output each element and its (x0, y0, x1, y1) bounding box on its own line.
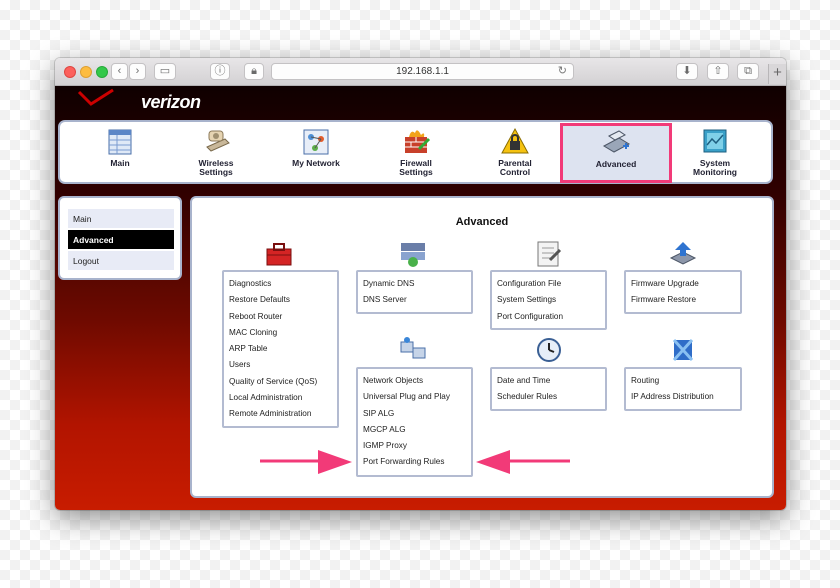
firmware-upgrade-icon (669, 242, 697, 265)
maintenance-group: Diagnostics Restore Defaults Reboot Rout… (222, 270, 339, 428)
tabs-icon: ⧉ (744, 65, 752, 77)
link-universal-plug-and-play[interactable]: Universal Plug and Play (358, 389, 471, 405)
nav-label: Main (110, 158, 130, 168)
link-users[interactable]: Users (224, 357, 337, 373)
link-diagnostics[interactable]: Diagnostics (224, 276, 337, 292)
nav-main[interactable]: Main (70, 125, 170, 181)
plus-icon: + (773, 64, 782, 81)
router-page: verizon Main Wireless Settings My Networ… (55, 86, 786, 510)
nav-my-network[interactable]: My Network (266, 125, 366, 181)
reader-button[interactable]: ⓘ (210, 63, 230, 80)
dns-icon (401, 243, 425, 267)
link-network-objects[interactable]: Network Objects (358, 373, 471, 389)
toolbox-icon (266, 243, 292, 266)
wireless-router-icon (206, 130, 230, 152)
chevron-right-icon: › (135, 65, 140, 77)
download-icon: ⬇ (682, 65, 692, 77)
firewall-icon (405, 130, 431, 153)
config-file-icon (537, 241, 562, 267)
nav-label: Advanced (595, 159, 637, 169)
monitor-icon (703, 129, 727, 153)
network-group: Network Objects Universal Plug and Play … (356, 367, 473, 477)
tabs-button[interactable]: ⧉ (737, 63, 759, 80)
link-port-forwarding-rules[interactable]: Port Forwarding Rules (358, 454, 471, 470)
nav-parental-control[interactable]: Parental Control (465, 125, 565, 181)
link-restore-defaults[interactable]: Restore Defaults (224, 292, 337, 308)
maximize-window-button[interactable] (96, 66, 108, 78)
nav-label: My Network (292, 158, 340, 168)
main-panel: Advanced Diagnostics Restore Defaults Re… (190, 196, 774, 498)
lock-icon: 🔒︎ (251, 65, 257, 77)
link-local-administration[interactable]: Local Administration (224, 390, 337, 406)
side-menu: Main Advanced Logout (58, 196, 182, 280)
link-qos[interactable]: Quality of Service (QoS) (224, 374, 337, 390)
nav-firewall-settings[interactable]: Firewall Settings (366, 125, 466, 181)
dns-group: Dynamic DNS DNS Server (356, 270, 473, 314)
verizon-logo: verizon (141, 92, 201, 112)
close-window-button[interactable] (64, 66, 76, 78)
side-item-advanced[interactable]: Advanced (68, 230, 174, 250)
nav-system-monitoring[interactable]: System Monitoring (665, 125, 765, 181)
link-ip-address-distribution[interactable]: IP Address Distribution (626, 389, 740, 405)
sidebar-toggle-button[interactable]: ▭ (154, 63, 176, 80)
sidebar-icon: ▭ (159, 65, 171, 77)
link-arp-table[interactable]: ARP Table (224, 341, 337, 357)
link-port-configuration[interactable]: Port Configuration (492, 309, 605, 325)
back-button[interactable]: ‹ (111, 63, 128, 80)
side-item-logout[interactable]: Logout (68, 251, 174, 271)
minimize-window-button[interactable] (80, 66, 92, 78)
browser-titlebar: ‹ › ▭ ⓘ 🔒︎ 192.168.1.1 ↻ ⬇ ⇧ ⧉ (55, 58, 786, 86)
nav-label: Control (499, 167, 531, 177)
link-reboot-router[interactable]: Reboot Router (224, 309, 337, 325)
nav-label: Settings (199, 167, 233, 177)
network-icon (303, 129, 329, 155)
share-button[interactable]: ⇧ (707, 63, 729, 80)
grid-icon (108, 129, 132, 155)
link-dns-server[interactable]: DNS Server (358, 292, 471, 308)
link-date-and-time[interactable]: Date and Time (492, 373, 605, 389)
configuration-group: Configuration File System Settings Port … (490, 270, 607, 330)
downloads-button[interactable]: ⬇ (676, 63, 698, 80)
routing-icon (672, 338, 694, 362)
annotation-arrow-right-icon (260, 450, 352, 474)
page-title: Advanced (455, 216, 509, 228)
clock-icon (537, 338, 561, 362)
link-igmp-proxy[interactable]: IGMP Proxy (358, 438, 471, 454)
address-bar[interactable]: 192.168.1.1 ↻ (271, 63, 574, 80)
link-mgcp-alg[interactable]: MGCP ALG (358, 422, 471, 438)
nav-label: Monitoring (693, 167, 737, 177)
nav-wireless-settings[interactable]: Wireless Settings (166, 125, 266, 181)
routing-group: Routing IP Address Distribution (624, 367, 742, 411)
chevron-left-icon: ‹ (117, 65, 122, 77)
verizon-check-icon (77, 88, 114, 106)
link-mac-cloning[interactable]: MAC Cloning (224, 325, 337, 341)
new-tab-button[interactable]: + (768, 64, 786, 84)
nav-label: Settings (399, 167, 433, 177)
url-text: 192.168.1.1 (396, 66, 449, 77)
link-scheduler-rules[interactable]: Scheduler Rules (492, 389, 605, 405)
link-dynamic-dns[interactable]: Dynamic DNS (358, 276, 471, 292)
link-routing[interactable]: Routing (626, 373, 740, 389)
reload-icon[interactable]: ↻ (558, 64, 567, 79)
scanner-icon (602, 130, 631, 153)
share-icon: ⇧ (713, 65, 723, 77)
forward-button[interactable]: › (129, 63, 146, 80)
nav-advanced[interactable]: Advanced (560, 123, 672, 183)
firmware-group: Firmware Upgrade Firmware Restore (624, 270, 742, 314)
link-remote-administration[interactable]: Remote Administration (224, 406, 337, 422)
link-configuration-file[interactable]: Configuration File (492, 276, 605, 292)
network-objects-icon (400, 337, 426, 359)
link-system-settings[interactable]: System Settings (492, 292, 605, 308)
link-firmware-upgrade[interactable]: Firmware Upgrade (626, 276, 740, 292)
link-firmware-restore[interactable]: Firmware Restore (626, 292, 740, 308)
time-group: Date and Time Scheduler Rules (490, 367, 607, 411)
side-item-main[interactable]: Main (68, 209, 174, 229)
lock-icon (501, 127, 529, 154)
browser-window: ‹ › ▭ ⓘ 🔒︎ 192.168.1.1 ↻ ⬇ ⇧ ⧉ verizon M… (55, 58, 786, 510)
privacy-button[interactable]: 🔒︎ (244, 63, 264, 80)
annotation-arrow-left-icon (476, 450, 570, 474)
link-sip-alg[interactable]: SIP ALG (358, 406, 471, 422)
top-navigation: Main Wireless Settings My Network Firewa… (58, 120, 773, 184)
reader-icon: ⓘ (214, 65, 226, 77)
